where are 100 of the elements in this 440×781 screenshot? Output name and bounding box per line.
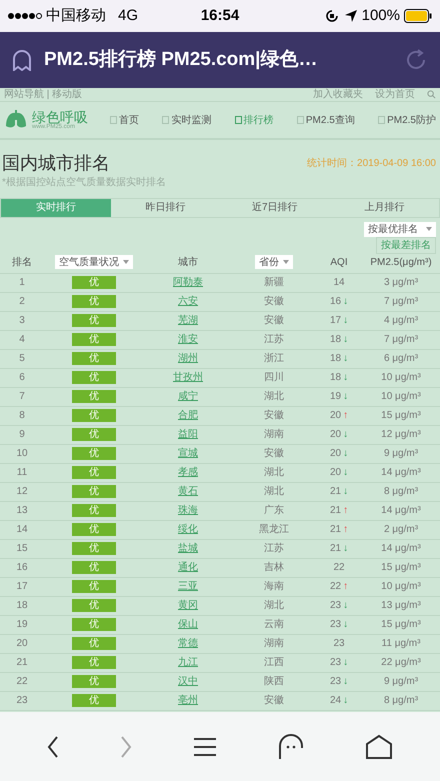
pm25-value: 8 μg/m³ [384,485,418,499]
ranking-tab[interactable]: 实时排行 [1,198,110,216]
city-link[interactable]: 宣城 [178,446,198,461]
city-link[interactable]: 淮安 [178,332,198,347]
trend-arrow: ↓ [343,428,348,442]
trend-arrow: ↓ [343,599,348,613]
column-header: AQI [330,256,348,270]
pm25-value: 4 μg/m³ [384,314,418,328]
column-filter[interactable]: 省份 [255,255,293,269]
city-link[interactable]: 湖州 [178,351,198,366]
pm25-value: 14 μg/m³ [381,466,421,480]
province-name: 云南 [264,618,284,632]
city-link[interactable]: 通化 [178,560,198,575]
city-link[interactable]: 亳州 [178,693,198,708]
trend-arrow: ↑ [343,409,348,423]
rank-number: 5 [19,352,25,366]
city-link[interactable]: 盐城 [178,541,198,556]
quality-badge: 优 [72,485,116,498]
rank-number: 11 [16,466,28,480]
pm25-value: 10 μg/m³ [381,580,421,594]
nav-icon [378,116,386,124]
city-link[interactable]: 绥化 [178,522,198,537]
quality-badge: 优 [72,276,116,289]
rotation-lock-icon [324,8,340,24]
aqi-value: 23 [330,675,342,689]
rank-number: 3 [19,314,25,328]
aqi-value: 22 [330,580,342,594]
rank-number: 1 [19,276,25,290]
pm25-value: 6 μg/m³ [384,352,418,366]
dropdown-option[interactable]: 按最差排名 [376,236,436,254]
trend-arrow: ↓ [343,333,348,347]
aqi-value: 14 [333,276,345,290]
province-name: 湖北 [264,390,284,404]
city-link[interactable]: 六安 [178,294,198,309]
sort-dropdown[interactable]: 按最优排名 [364,222,436,236]
home-icon[interactable] [365,734,394,760]
ranking-tab[interactable]: 上月排行 [330,198,439,216]
ranking-tab[interactable]: 昨日排行 [110,198,220,216]
city-link[interactable]: 芜湖 [178,313,198,328]
caret-icon [123,260,129,264]
ranking-tab[interactable]: 近7日排行 [220,198,330,216]
nav-link[interactable]: 首页 [110,112,139,128]
lungs-logo-icon [4,110,28,130]
back-icon[interactable] [46,736,59,758]
top-link[interactable]: 设为首页 [375,88,415,102]
rank-number: 15 [16,542,28,556]
city-link[interactable]: 咸宁 [178,389,198,404]
pm25-value: 9 μg/m³ [384,447,418,461]
top-link[interactable]: 加入收藏夹 [313,88,363,102]
pm25-value: 12 μg/m³ [381,428,421,442]
trend-arrow: ↓ [343,656,348,670]
city-link[interactable]: 九江 [178,655,198,670]
province-name: 陕西 [264,674,284,689]
province-name: 湖北 [264,484,284,499]
column-header: 城市 [178,256,198,270]
aqi-value: 22 [333,561,345,575]
pm25-value: 14 μg/m³ [381,504,421,518]
menu-icon[interactable] [192,736,217,756]
aqi-value: 21 [330,485,342,499]
pm25-value: 7 μg/m³ [384,295,418,309]
rank-number: 7 [19,390,25,404]
city-link[interactable]: 阿勒泰 [173,275,203,290]
quality-badge: 优 [72,599,116,612]
city-link[interactable]: 甘孜州 [173,370,203,385]
city-link[interactable]: 保山 [178,617,198,632]
province-name: 安徽 [264,446,284,461]
city-link[interactable]: 三亚 [178,579,198,594]
rank-number: 8 [19,409,25,423]
city-link[interactable]: 汉中 [178,674,198,689]
rank-number: 9 [19,428,25,442]
city-link[interactable]: 合肥 [178,408,198,423]
trend-arrow: ↓ [343,675,348,689]
trend-arrow: ↓ [343,447,348,461]
ghost-icon[interactable] [278,734,304,760]
nav-link[interactable]: PM2.5查询 [296,112,355,128]
network-type: 4G [118,6,138,26]
quality-badge: 优 [72,504,116,517]
city-link[interactable]: 黄冈 [178,598,198,613]
nav-link[interactable]: 排行榜 [234,112,274,128]
page-heading: 国内城市排名 [2,152,111,174]
city-link[interactable]: 益阳 [178,427,198,442]
city-link[interactable]: 黄石 [178,484,198,499]
province-name: 江西 [264,656,284,670]
city-link[interactable]: 孝感 [178,465,198,480]
province-name: 黑龙江 [259,522,289,537]
aqi-value: 23 [330,599,342,613]
nav-icon [110,116,117,124]
column-filter[interactable]: 空气质量状况 [55,255,133,269]
nav-link[interactable]: 实时监测 [162,112,212,128]
pm25-value: 15 μg/m³ [381,409,421,423]
quality-badge: 优 [72,390,116,403]
city-link[interactable]: 珠海 [178,503,198,518]
pm25-value: 15 μg/m³ [381,561,421,575]
trend-arrow: ↓ [343,371,348,385]
aqi-value: 20 [330,409,342,423]
aqi-value: 18 [330,352,342,366]
province-name: 湖南 [264,636,284,651]
nav-link[interactable]: PM2.5防护 [378,112,436,128]
city-link[interactable]: 常德 [178,636,198,651]
quality-badge: 优 [72,447,116,460]
